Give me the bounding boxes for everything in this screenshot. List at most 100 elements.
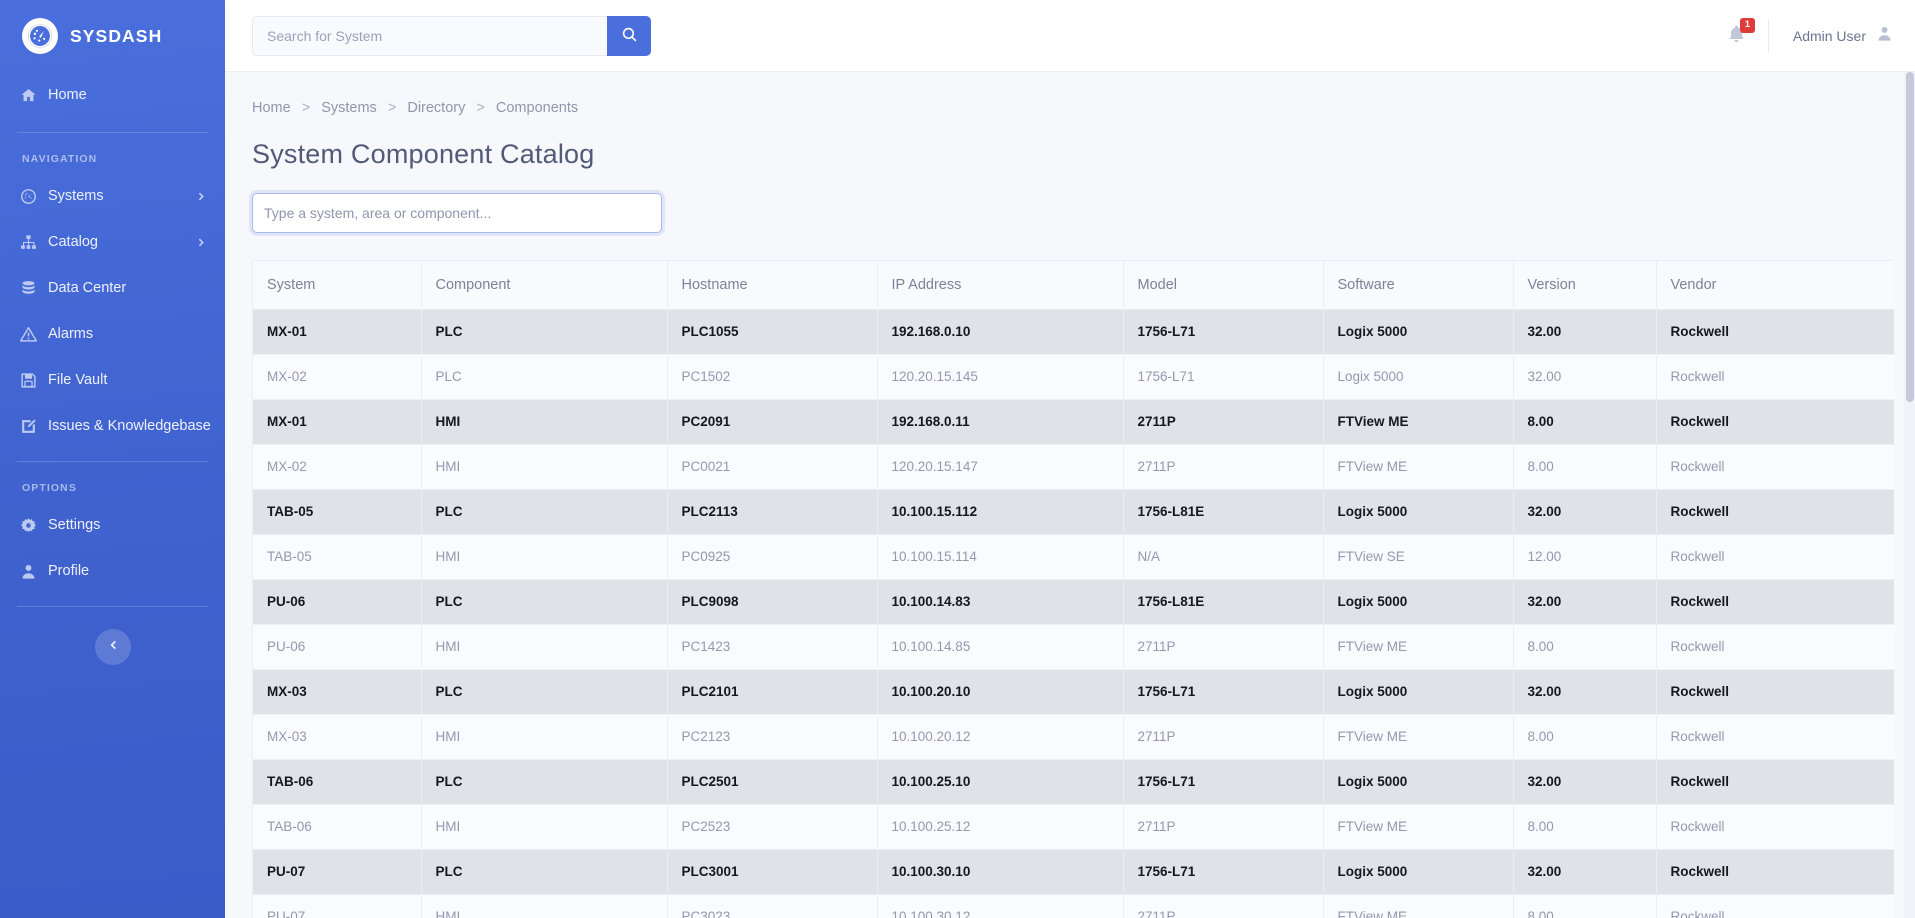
user-icon bbox=[20, 563, 37, 580]
chevron-left-icon bbox=[107, 638, 119, 656]
notification-badge: 1 bbox=[1739, 17, 1755, 33]
page-title: System Component Catalog bbox=[252, 139, 595, 169]
top-bar: 1 Admin User bbox=[225, 0, 1915, 72]
gauge-icon bbox=[20, 188, 37, 205]
sidebar-item-catalog[interactable]: Catalog bbox=[0, 219, 225, 265]
component-filter-input[interactable] bbox=[252, 193, 662, 233]
breadcrumb-separator: > bbox=[476, 100, 485, 116]
cell-component: PLC bbox=[421, 579, 668, 625]
cell-ip-address: 10.100.14.83 bbox=[877, 579, 1124, 625]
cell-model: 1756-L81E bbox=[1123, 489, 1324, 535]
cell-system: MX-03 bbox=[253, 714, 422, 760]
table-row[interactable]: PU-07 PLC PLC3001 10.100.30.10 1756-L71 Logix… bbox=[253, 849, 1894, 895]
cell-component: PLC bbox=[421, 759, 668, 805]
column-header-system[interactable]: System bbox=[253, 261, 422, 310]
column-header-vendor[interactable]: Vendor bbox=[1656, 261, 1894, 310]
sidebar-item-home[interactable]: Home bbox=[0, 72, 225, 118]
cell-software: Logix 5000 bbox=[1323, 579, 1514, 625]
table-row[interactable]: PU-06 HMI PC1423 10.100.14.85 2711P FTView ME… bbox=[253, 624, 1894, 670]
cell-software: Logix 5000 bbox=[1323, 669, 1514, 715]
search-button[interactable] bbox=[607, 15, 651, 56]
column-header-hostname[interactable]: Hostname bbox=[667, 261, 878, 310]
column-header-version[interactable]: Version bbox=[1513, 261, 1657, 310]
sidebar-item-profile[interactable]: Profile bbox=[0, 548, 225, 594]
cell-component: PLC bbox=[421, 669, 668, 715]
cell-hostname: PC2523 bbox=[667, 804, 878, 850]
cell-software: Logix 5000 bbox=[1323, 489, 1514, 535]
cell-system: MX-02 bbox=[253, 354, 422, 400]
notifications-button[interactable]: 1 bbox=[1717, 17, 1768, 48]
chevron-right-icon[interactable] bbox=[196, 191, 207, 202]
sidebar-item-alarms[interactable]: Alarms bbox=[0, 311, 225, 357]
table-row[interactable]: MX-03 PLC PLC2101 10.100.20.10 1756-L71 Logix… bbox=[253, 669, 1894, 715]
cell-model: 2711P bbox=[1123, 714, 1324, 760]
table-row[interactable]: MX-01 HMI PC2091 192.168.0.11 2711P FTView ME… bbox=[253, 399, 1894, 445]
column-header-software[interactable]: Software bbox=[1323, 261, 1514, 310]
table-header-row: System Component Hostname IP Address Mod… bbox=[253, 261, 1894, 310]
breadcrumb-item-directory[interactable]: Directory bbox=[407, 100, 465, 116]
app-root: SYSDASH Home NAVIGATION Systems Catalog … bbox=[0, 0, 1915, 918]
table-row[interactable]: MX-02 PLC PC1502 120.20.15.145 1756-L71 Logix… bbox=[253, 354, 1894, 400]
component-table: System Component Hostname IP Address Mod… bbox=[253, 261, 1894, 918]
table-row[interactable]: PU-07 HMI PC3023 10.100.30.12 2711P FTView ME… bbox=[253, 894, 1894, 918]
column-header-component[interactable]: Component bbox=[421, 261, 668, 310]
cell-software: FTView ME bbox=[1323, 714, 1514, 760]
cell-software: Logix 5000 bbox=[1323, 849, 1514, 895]
cell-software: FTView ME bbox=[1323, 399, 1514, 445]
brand-name: SYSDASH bbox=[70, 25, 163, 46]
cell-system: MX-02 bbox=[253, 444, 422, 490]
cell-model: N/A bbox=[1123, 534, 1324, 580]
brand[interactable]: SYSDASH bbox=[0, 0, 225, 72]
cell-version: 32.00 bbox=[1513, 309, 1657, 355]
cell-component: HMI bbox=[421, 444, 668, 490]
table-row[interactable]: TAB-06 HMI PC2523 10.100.25.12 2711P FTView M… bbox=[253, 804, 1894, 850]
breadcrumb-item-home[interactable]: Home bbox=[252, 100, 291, 116]
cell-software: FTView ME bbox=[1323, 444, 1514, 490]
cell-vendor: Rockwell bbox=[1656, 399, 1894, 445]
breadcrumb-item-systems[interactable]: Systems bbox=[321, 100, 377, 116]
cell-ip-address: 10.100.30.10 bbox=[877, 849, 1124, 895]
sidebar-item-settings[interactable]: Settings bbox=[0, 502, 225, 548]
cell-vendor: Rockwell bbox=[1656, 849, 1894, 895]
cell-vendor: Rockwell bbox=[1656, 624, 1894, 670]
table-row[interactable]: TAB-05 HMI PC0925 10.100.15.114 N/A FTView SE… bbox=[253, 534, 1894, 580]
sidebar-item-systems[interactable]: Systems bbox=[0, 173, 225, 219]
cell-system: PU-07 bbox=[253, 849, 422, 895]
cell-ip-address: 120.20.15.147 bbox=[877, 444, 1124, 490]
cell-model: 1756-L71 bbox=[1123, 354, 1324, 400]
cell-version: 32.00 bbox=[1513, 489, 1657, 535]
cell-hostname: PC1423 bbox=[667, 624, 878, 670]
cell-version: 32.00 bbox=[1513, 354, 1657, 400]
column-header-model[interactable]: Model bbox=[1123, 261, 1324, 310]
table-row[interactable]: TAB-06 PLC PLC2501 10.100.25.10 1756-L71 Logi… bbox=[253, 759, 1894, 805]
sidebar-item-data-center[interactable]: Data Center bbox=[0, 265, 225, 311]
table-body: MX-01 PLC PLC1055 192.168.0.10 1756-L71 Logix… bbox=[253, 309, 1894, 918]
table-row[interactable]: MX-01 PLC PLC1055 192.168.0.10 1756-L71 Logix… bbox=[253, 309, 1894, 355]
component-table-container: System Component Hostname IP Address Mod… bbox=[252, 260, 1894, 918]
column-header-ip-address[interactable]: IP Address bbox=[877, 261, 1124, 310]
breadcrumb-item-components[interactable]: Components bbox=[496, 100, 578, 116]
cell-component: HMI bbox=[421, 804, 668, 850]
top-bar-right: 1 Admin User bbox=[1717, 16, 1893, 56]
global-search bbox=[252, 15, 651, 56]
cell-hostname: PC0021 bbox=[667, 444, 878, 490]
cell-system: TAB-06 bbox=[253, 804, 422, 850]
table-row[interactable]: MX-02 HMI PC0021 120.20.15.147 2711P FTView M… bbox=[253, 444, 1894, 490]
chevron-right-icon[interactable] bbox=[196, 237, 207, 248]
cell-model: 1756-L71 bbox=[1123, 849, 1324, 895]
page-scrollbar-thumb[interactable] bbox=[1906, 72, 1914, 402]
table-row[interactable]: TAB-05 PLC PLC2113 10.100.15.112 1756-L81E Lo… bbox=[253, 489, 1894, 535]
page-scrollbar-track[interactable] bbox=[1904, 72, 1915, 918]
sidebar-item-issues-knowledgebase[interactable]: Issues & Knowledgebase bbox=[0, 403, 225, 449]
table-row[interactable]: MX-03 HMI PC2123 10.100.20.12 2711P FTView ME… bbox=[253, 714, 1894, 760]
cell-hostname: PC1502 bbox=[667, 354, 878, 400]
cell-vendor: Rockwell bbox=[1656, 444, 1894, 490]
sidebar-collapse-button[interactable] bbox=[94, 629, 131, 665]
table-row[interactable]: PU-06 PLC PLC9098 10.100.14.83 1756-L81E Logi… bbox=[253, 579, 1894, 625]
database-icon bbox=[20, 280, 37, 297]
cell-component: HMI bbox=[421, 399, 668, 445]
sidebar-item-file-vault[interactable]: File Vault bbox=[0, 357, 225, 403]
breadcrumb-separator: > bbox=[301, 100, 311, 116]
search-input[interactable] bbox=[252, 15, 607, 56]
user-menu[interactable]: Admin User bbox=[1793, 25, 1893, 47]
